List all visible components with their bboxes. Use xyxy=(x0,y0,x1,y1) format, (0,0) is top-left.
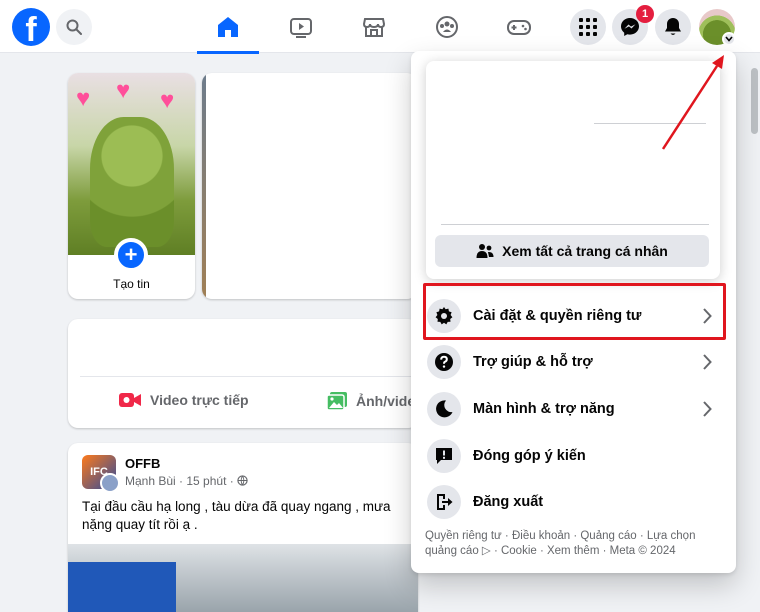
messenger-icon xyxy=(621,18,639,36)
post-composer: Video trực tiếp Ảnh/video xyxy=(68,319,424,428)
menu-item-help-support[interactable]: Trợ giúp & hỗ trợ xyxy=(423,339,723,385)
feed-post: IFC OFFB Mạnh Bùi · 15 phút · Tại đầu cầ… xyxy=(68,443,418,612)
menu-item-give-feedback[interactable]: Đóng góp ý kiến xyxy=(423,433,723,479)
chevron-right-icon xyxy=(697,352,717,372)
story-card[interactable] xyxy=(202,73,417,299)
facebook-logo[interactable]: f xyxy=(12,8,50,46)
page-scrollbar-thumb[interactable] xyxy=(751,68,758,134)
menu-item-label: Màn hình & trợ năng xyxy=(473,401,615,417)
chevron-down-icon xyxy=(725,36,733,42)
photo-icon xyxy=(326,392,347,411)
post-image[interactable] xyxy=(68,544,418,612)
heart-icon: ♥ xyxy=(160,87,175,114)
menu-grid-button[interactable] xyxy=(570,9,606,45)
gear-icon xyxy=(427,299,461,333)
groups-icon xyxy=(436,15,458,38)
live-video-button[interactable]: Video trực tiếp xyxy=(118,391,249,409)
post-time[interactable]: 15 phút xyxy=(186,474,226,488)
create-story-label: Tạo tin xyxy=(113,277,150,291)
video-icon xyxy=(290,17,312,38)
messenger-button[interactable]: 1 xyxy=(612,5,654,45)
post-meta: Mạnh Bùi · 15 phút · xyxy=(125,474,248,488)
top-nav-bar: f 1 xyxy=(0,0,760,54)
search-button[interactable] xyxy=(56,9,92,45)
chevron-right-icon xyxy=(697,306,717,326)
menu-item-label: Đăng xuất xyxy=(473,494,544,510)
divider xyxy=(80,376,418,377)
live-video-icon xyxy=(119,393,141,407)
heart-icon: ♥ xyxy=(76,85,91,112)
post-author[interactable]: Mạnh Bùi xyxy=(125,474,176,488)
menu-item-display-accessibility[interactable]: Màn hình & trợ năng xyxy=(423,386,723,432)
account-dropdown-menu: Xem tất cả trang cá nhân Cài đặt & quyền… xyxy=(411,51,736,573)
add-story-button[interactable]: + xyxy=(114,238,148,272)
menu-item-label: Đóng góp ý kiến xyxy=(473,448,586,464)
post-text: Tại đầu cầu hạ long , tàu dừa đã quay ng… xyxy=(82,499,391,532)
store-icon xyxy=(362,17,386,37)
post-page-name[interactable]: OFFB xyxy=(125,456,160,471)
profile-card: Xem tất cả trang cá nhân xyxy=(426,61,720,279)
heart-icon: ♥ xyxy=(116,77,131,104)
post-image-building xyxy=(68,562,176,612)
messenger-badge: 1 xyxy=(636,5,654,23)
divider xyxy=(441,224,709,225)
search-icon xyxy=(66,19,82,35)
menu-item-label: Trợ giúp & hỗ trợ xyxy=(473,354,593,370)
home-icon xyxy=(218,16,238,37)
notifications-button[interactable] xyxy=(655,9,691,45)
menu-footer-links[interactable]: Quyền riêng tư · Điều khoản · Quảng cáo … xyxy=(425,529,725,559)
grid-icon xyxy=(579,18,597,36)
logout-icon xyxy=(427,485,461,519)
divider xyxy=(594,123,706,124)
feedback-icon xyxy=(427,439,461,473)
tab-watch[interactable] xyxy=(270,0,332,53)
kermit-figure xyxy=(90,117,174,247)
story-thumbnail xyxy=(202,73,206,299)
chevron-right-icon xyxy=(697,399,717,419)
see-all-profiles-label: Xem tất cả trang cá nhân xyxy=(502,243,668,259)
story-profile-image: ♥ ♥ ♥ xyxy=(68,73,195,255)
menu-item-log-out[interactable]: Đăng xuất xyxy=(423,479,723,525)
photo-video-button[interactable]: Ảnh/video xyxy=(326,391,424,411)
profiles-icon xyxy=(476,244,494,258)
bell-icon xyxy=(665,18,681,35)
footer-line: quảng cáo ▷ · Cookie · Xem thêm · Meta ©… xyxy=(425,545,676,557)
question-icon xyxy=(427,345,461,379)
author-avatar[interactable] xyxy=(100,473,120,493)
globe-icon xyxy=(237,475,248,486)
footer-line: Quyền riêng tư · Điều khoản · Quảng cáo … xyxy=(425,530,696,542)
gamepad-icon xyxy=(507,19,531,35)
live-video-label: Video trực tiếp xyxy=(150,392,249,408)
menu-item-label: Cài đặt & quyền riêng tư xyxy=(473,308,642,324)
create-story-card[interactable]: ♥ ♥ ♥ + Tạo tin xyxy=(68,73,195,299)
tab-gaming[interactable] xyxy=(488,0,550,53)
page-scrollbar-track[interactable] xyxy=(748,53,760,612)
tab-groups[interactable] xyxy=(416,0,478,53)
see-all-profiles-button[interactable]: Xem tất cả trang cá nhân xyxy=(435,235,709,267)
menu-item-settings-privacy[interactable]: Cài đặt & quyền riêng tư xyxy=(423,293,723,339)
account-menu-chevron[interactable] xyxy=(722,32,736,46)
tab-marketplace[interactable] xyxy=(343,0,405,53)
tab-home[interactable] xyxy=(197,0,259,54)
moon-icon xyxy=(427,392,461,426)
